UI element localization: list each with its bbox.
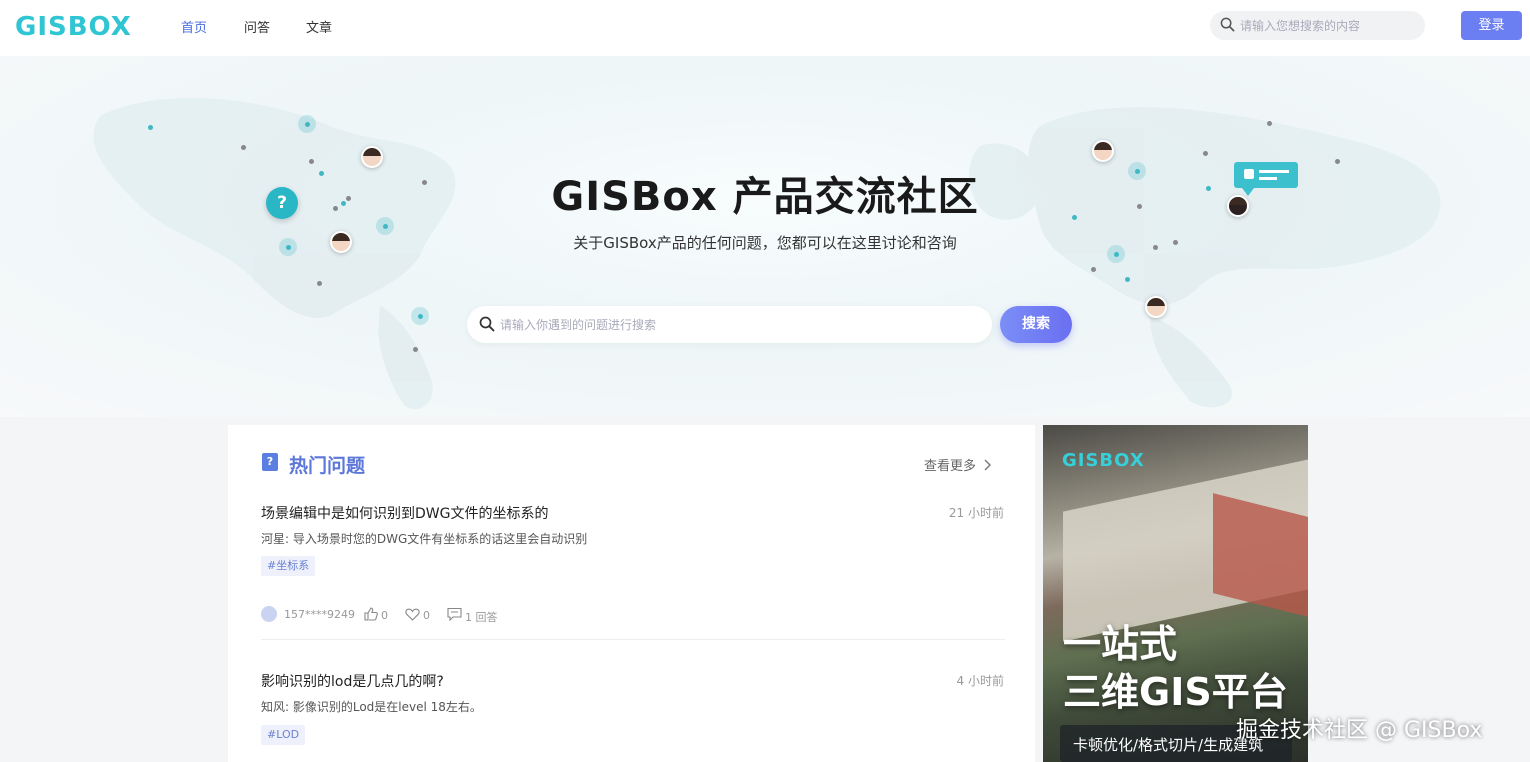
login-button[interactable]: 登录 <box>1461 11 1522 40</box>
view-more-link[interactable]: 查看更多 <box>924 455 992 474</box>
gisbox-logo[interactable]: GISBOX <box>15 12 132 42</box>
map-dot <box>413 347 418 352</box>
map-dot <box>383 224 388 229</box>
map-dot <box>317 281 322 286</box>
heart-icon[interactable] <box>405 608 420 621</box>
search-icon <box>479 316 495 332</box>
question-answer-preview: 河星: 导入场景时您的DWG文件有坐标系的话这里会自动识别 <box>261 532 588 546</box>
map-dot <box>1125 277 1130 282</box>
hero-subtitle: 关于GISBox产品的任何问题，您都可以在这里讨论和咨询 <box>573 234 957 252</box>
chevron-right-icon <box>984 459 992 471</box>
like-count: 0 <box>381 609 388 622</box>
map-dot <box>305 122 310 127</box>
nav-articles[interactable]: 文章 <box>306 17 332 36</box>
map-dot <box>241 145 246 150</box>
question-title[interactable]: 场景编辑中是如何识别到DWG文件的坐标系的 <box>261 503 548 523</box>
question-author[interactable]: 157****9249 <box>284 608 355 621</box>
promo-headline: 三维GIS平台 <box>1063 670 1288 714</box>
divider <box>261 639 1005 640</box>
hero-title: GISBox 产品交流社区 <box>551 174 979 220</box>
question-answer-preview: 知风: 影像识别的Lod是在level 18左右。 <box>261 700 482 714</box>
question-time: 4 小时前 <box>956 674 1004 688</box>
user-avatar <box>1092 140 1114 162</box>
user-avatar <box>261 606 277 622</box>
question-tag[interactable]: #LOD <box>261 725 306 745</box>
top-search-input[interactable] <box>1240 16 1415 36</box>
question-time: 21 小时前 <box>948 506 1004 520</box>
map-dot <box>1203 151 1208 156</box>
promo-headline: 一站式 <box>1063 622 1178 666</box>
nav-home[interactable]: 首页 <box>181 17 207 36</box>
hot-questions-title: 热门问题 <box>289 455 366 477</box>
hero-search-box <box>467 306 992 343</box>
map-dot <box>1267 121 1272 126</box>
reply-count[interactable]: 1 回答 <box>465 609 498 625</box>
map-dot <box>1091 267 1096 272</box>
nav-qa[interactable]: 问答 <box>244 17 270 36</box>
promo-logo: GISBOX <box>1062 450 1145 471</box>
user-avatar <box>1145 296 1167 318</box>
hot-questions-icon: ? <box>262 453 278 471</box>
favorite-count: 0 <box>423 609 430 622</box>
question-tag[interactable]: #坐标系 <box>261 556 316 576</box>
hero-search-button[interactable]: 搜索 <box>1000 306 1072 343</box>
comment-icon[interactable] <box>447 607 462 621</box>
top-nav: GISBOX 首页 问答 文章 登录 <box>0 0 1530 56</box>
view-more-label: 查看更多 <box>924 459 977 474</box>
map-dot <box>418 314 423 319</box>
watermark: 掘金技术社区 @ GISBox <box>1236 718 1483 743</box>
map-dot <box>148 125 153 130</box>
promo-caption: 卡顿优化/格式切片/生成建筑 <box>1073 736 1264 754</box>
thumbs-up-icon[interactable] <box>364 607 378 621</box>
question-title[interactable]: 影响识别的lod是几点几的啊? <box>261 671 444 691</box>
search-icon <box>1220 17 1235 32</box>
hero-banner: ? GISBox 产品交流社区 关于GISBox产品的任何问题，您都可以在这里讨… <box>0 56 1530 417</box>
top-search-box <box>1210 11 1425 40</box>
hero-search-input[interactable] <box>500 315 970 335</box>
